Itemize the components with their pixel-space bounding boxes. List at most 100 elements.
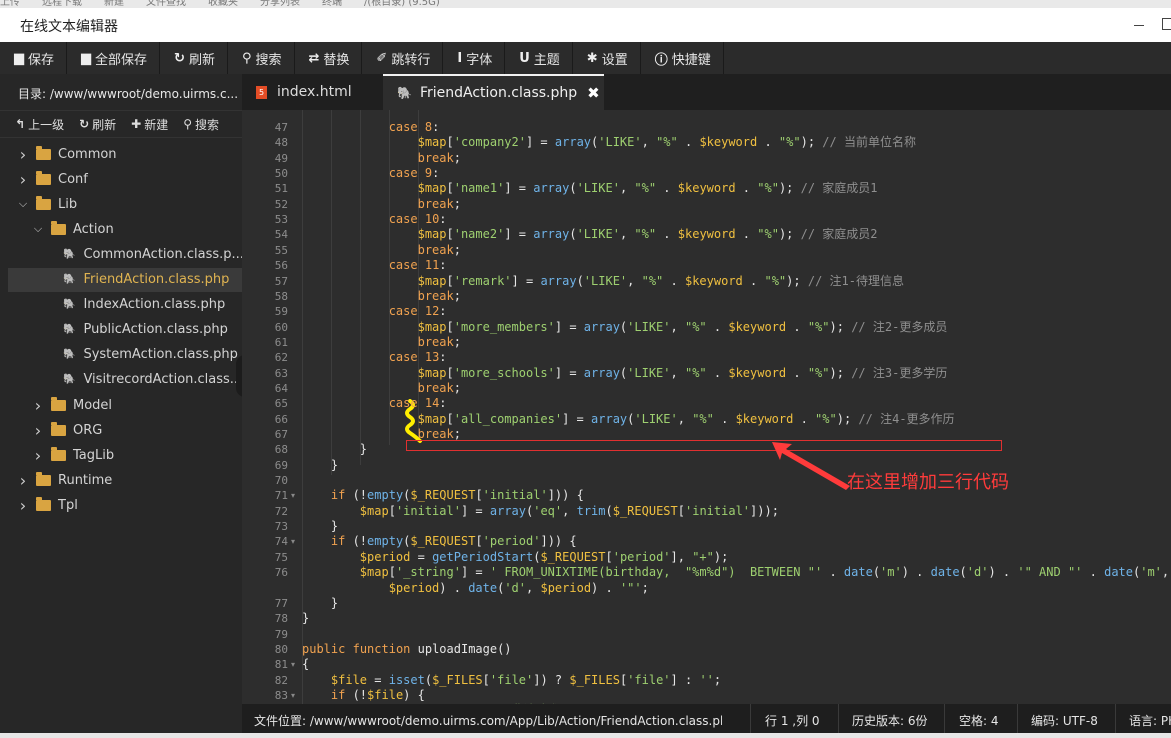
folder-item[interactable]: › TagLib [8, 443, 261, 467]
folder-item[interactable]: › Conf [8, 167, 246, 191]
code-text: if (!$file) { [330, 687, 425, 702]
tree-label: ORG [73, 422, 103, 438]
history-versions[interactable]: 历史版本: 6份 [852, 712, 928, 729]
chevron-down-icon[interactable]: ⌵ [31, 222, 45, 236]
fold-arrow-icon[interactable]: ▾ [291, 657, 295, 672]
chevron-right-icon[interactable]: › [16, 145, 30, 164]
code-line: 57 $map['remark'] = array('LIKE', "%" . … [242, 274, 1171, 289]
fold-arrow-icon[interactable]: ▾ [291, 534, 295, 549]
tab-label: index.html [277, 84, 352, 100]
fold-arrow-icon[interactable]: ▾ [291, 688, 295, 703]
sidebar-refresh-button[interactable]: ↻ 刷新 [64, 111, 116, 137]
toolbar-save-button[interactable]: ▆ 保存 [0, 42, 68, 74]
html5-icon: 5 [256, 85, 267, 99]
file-item[interactable]: 🐘 CommonAction.class.p... [8, 242, 276, 266]
code-text: break; [417, 196, 461, 211]
close-tab-icon[interactable]: ✖ [587, 84, 600, 102]
folder-item[interactable]: ⌵ Action [8, 217, 261, 241]
code-text: $file = isset($_FILES['file']) ? $_FILES… [330, 672, 722, 687]
line-number: 55 [274, 243, 288, 257]
code-text: case 8: [388, 120, 440, 134]
code-editor[interactable]: 在这里增加三行代码 47 case 8: 48 $map['company2'] … [242, 110, 1171, 704]
toolbar-theme-button[interactable]: U 主题 [505, 42, 573, 74]
sidebar-search-button[interactable]: ⚲ 搜索 [168, 111, 219, 137]
file-item[interactable]: 🐘 IndexAction.class.php [8, 293, 276, 317]
toolbar-save-all-button[interactable]: ▆ 全部保存 [67, 42, 161, 74]
indent-spaces[interactable]: 空格: 4 [959, 712, 999, 729]
code-line: 53 case 10: [242, 212, 1171, 227]
code-line: $period) . date('d', $period) . '"'; [242, 581, 1171, 596]
divider [838, 704, 839, 734]
chevron-right-icon[interactable]: › [31, 396, 45, 415]
toolbar-font-button[interactable]: I 字体 [443, 42, 506, 74]
code-line: 70 [242, 473, 1171, 488]
folder-icon [36, 496, 51, 511]
php-elephant-icon: 🐘 [63, 324, 76, 336]
directory-path: 目录: /www/wwwroot/demo.uirms.c... [18, 87, 239, 101]
code-line: 65 case 14: [242, 396, 1171, 411]
code-line: 79 [242, 627, 1171, 642]
code-line: 63 $map['more_schools'] = array('LIKE', … [242, 366, 1171, 381]
plus-icon: ✚ [131, 117, 142, 131]
background-app-bottom [0, 733, 1171, 738]
code-text: } [302, 611, 310, 626]
toolbar-goto-line-button[interactable]: ✐ 跳转行 [362, 42, 444, 74]
line-number: 56 [274, 259, 288, 273]
folder-item[interactable]: › Runtime [8, 468, 246, 492]
divider [1017, 704, 1018, 734]
sidebar-plus-button[interactable]: ✚ 新建 [116, 111, 168, 137]
minimize-button[interactable] [1134, 25, 1144, 26]
toolbar-gear-button[interactable]: ✱ 设置 [573, 42, 641, 74]
fold-arrow-icon[interactable]: ▾ [291, 488, 295, 503]
tab-friendaction-php[interactable]: 🐘 FriendAction.class.php ✖ [383, 74, 604, 110]
code-line: 83 ▾ if (!$file) { [242, 688, 1171, 703]
save-all-icon: ▆ [81, 50, 92, 66]
divider [944, 704, 945, 734]
code-text: } [302, 442, 368, 457]
folder-item[interactable]: › Common [8, 142, 246, 166]
line-number: 66 [274, 412, 288, 426]
toolbar-info-button[interactable]: ⓘ 快捷键 [641, 42, 724, 74]
chevron-down-icon[interactable]: ⌵ [16, 197, 30, 211]
folder-item[interactable]: ⌵ Lib [8, 192, 246, 216]
tab-index-html[interactable]: 5 index.html [242, 74, 382, 110]
code-text: case 11: [388, 258, 447, 273]
theme-icon: U [519, 50, 530, 66]
php-elephant-icon: 🐘 [63, 374, 76, 386]
toolbar-refresh-button[interactable]: ↻ 刷新 [160, 42, 228, 74]
toolbar-label: 全部保存 [95, 52, 148, 68]
line-number: 65 [274, 397, 288, 411]
cursor-position: 行 1 ,列 0 [765, 714, 820, 728]
file-item[interactable]: 🐘 FriendAction.class.php [8, 267, 276, 292]
language[interactable]: 语言: PHP [1129, 712, 1171, 729]
tree-label: TagLib [73, 447, 115, 463]
code-line: 76 $map['_string'] = ' FROM_UNIXTIME(bir… [242, 565, 1171, 580]
search-icon: ⚲ [241, 50, 252, 66]
background-strip-item: /(根目录) (9.5G) [364, 0, 440, 8]
chevron-right-icon[interactable]: › [31, 446, 45, 465]
toolbar-search-button[interactable]: ⚲ 搜索 [228, 42, 295, 74]
folder-item[interactable]: › Model [8, 393, 261, 417]
folder-item[interactable]: › ORG [8, 418, 261, 442]
folder-item[interactable]: › Tpl [8, 493, 246, 517]
code-text: if (!empty($_REQUEST['initial'])) { [330, 488, 584, 503]
chevron-right-icon[interactable]: › [31, 421, 45, 440]
code-text: $map['_string'] = ' FROM_UNIXTIME(birthd… [359, 565, 1170, 580]
code-line: 51 $map['name1'] = array('LIKE', "%" . $… [242, 181, 1171, 196]
sidebar-up-button[interactable]: ↰ 上一级 [0, 111, 64, 137]
encoding[interactable]: 编码: UTF-8 [1031, 712, 1098, 729]
code-text: $map['name1'] = array('LIKE', "%" . $key… [417, 181, 878, 196]
chevron-right-icon[interactable]: › [16, 170, 30, 189]
chevron-right-icon[interactable]: › [16, 496, 30, 515]
toolbar-replace-button[interactable]: ⇄ 替换 [295, 42, 363, 74]
code-line: 82 $file = isset($_FILES['file']) ? $_FI… [242, 673, 1171, 688]
file-item[interactable]: 🐘 PublicAction.class.php [8, 318, 276, 342]
toolbar-label: 字体 [466, 52, 493, 68]
code-text: $map['all_companies'] = array('LIKE', "%… [417, 411, 955, 426]
line-number: 71 [274, 489, 288, 503]
search-icon: ⚲ [183, 117, 193, 131]
folder-icon [36, 145, 51, 160]
chevron-right-icon[interactable]: › [16, 471, 30, 490]
code-text: case 9: [388, 166, 440, 181]
maximize-button[interactable] [1162, 18, 1171, 30]
